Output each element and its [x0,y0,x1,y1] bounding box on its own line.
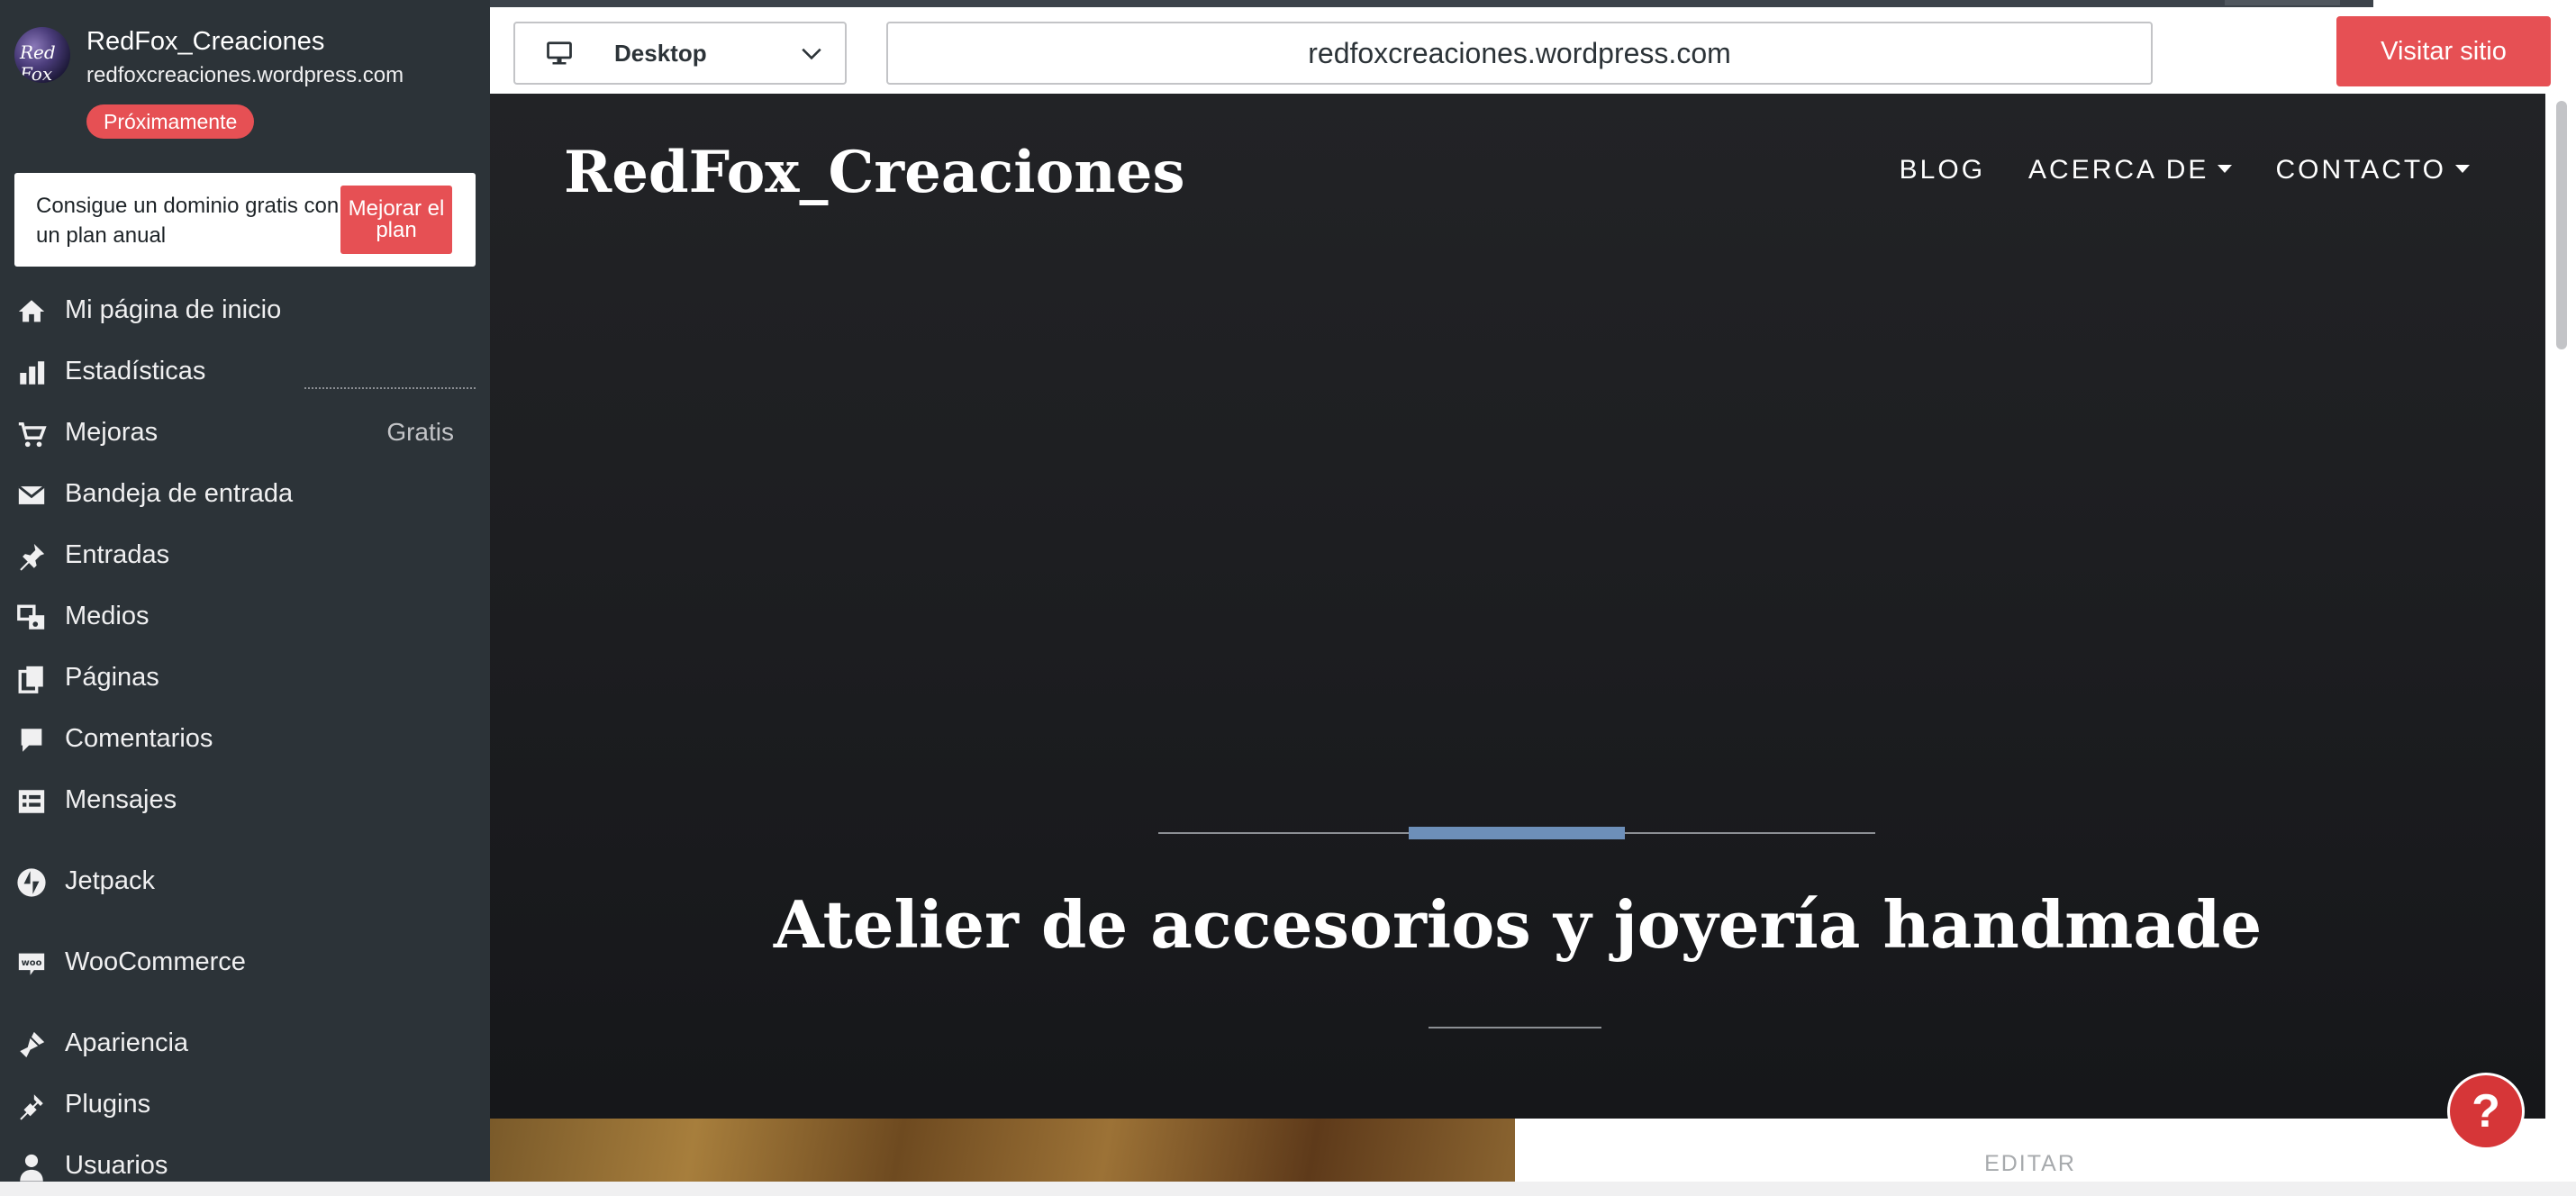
caret-down-icon [2218,164,2233,173]
sidebar-item-inbox[interactable]: Bandeja de entrada [0,465,490,524]
sidebar-item-home[interactable]: Mi página de inicio [0,281,490,340]
sidebar-item-jetpack[interactable]: Jetpack [0,852,490,911]
top-strip-segment [2225,0,2340,5]
divider-line-short [1429,1027,1601,1028]
sidebar-item-pages[interactable]: Páginas [0,648,490,708]
jetpack-icon [16,867,47,898]
sidebar-item-label: Medios [65,602,150,630]
nav-item-blog[interactable]: BLOG [1900,155,1985,186]
sidebar-item-label: Entradas [65,540,170,569]
brush-icon [16,1029,47,1060]
cart-icon [16,419,47,449]
help-button[interactable]: ? [2450,1075,2522,1147]
feedback-icon [16,786,47,817]
site-avatar[interactable]: Red Fox [14,27,70,83]
svg-text:woo: woo [22,958,42,968]
edit-panel: EDITAR [1515,1119,2545,1182]
upgrade-text: Consigue un dominio gratis con un plan a… [36,194,340,248]
sidebar-item-media[interactable]: Medios [0,587,490,647]
nav-item-label: BLOG [1899,155,1986,185]
plugin-icon [16,1091,47,1121]
sidebar-item-label: Páginas [65,663,159,692]
sidebar-item-feedback[interactable]: Mensajes [0,771,490,830]
status-badge: Próximamente [86,104,255,139]
nav-item-contact[interactable]: CONTACTO [2275,155,2470,186]
device-label: Desktop [614,40,707,67]
preview-scrollbar[interactable] [2545,94,2576,1182]
hero-tagline: Atelier de accesorios y joyería handmade [773,886,2263,963]
sidebar: Red Fox RedFox_Creaciones redfoxcreacion… [0,0,490,1182]
stats-icon [16,358,47,388]
sidebar-item-label: Mi página de inicio [65,295,282,324]
monitor-icon [546,40,573,67]
caret-down-icon [2455,164,2470,173]
scrollbar-thumb[interactable] [2556,101,2567,349]
nav-item-label: CONTACTO [2275,155,2446,185]
comment-icon [16,725,47,756]
sidebar-item-upgrades[interactable]: Mejoras Gratis [0,403,490,463]
sidebar-item-woocommerce[interactable]: woo WooCommerce [0,933,490,992]
site-url[interactable]: redfoxcreaciones.wordpress.com [86,63,404,88]
woo-icon: woo [16,948,47,979]
accent-bar [1409,827,1625,839]
chevron-down-icon [800,41,823,65]
sidebar-item-label: Mejoras [65,418,159,447]
upgrade-button[interactable]: Mejorar el plan [340,186,452,254]
pin-icon [16,541,47,572]
sidebar-item-stats[interactable]: Estadísticas [0,342,490,402]
sidebar-item-label: Plugins [65,1090,151,1119]
sidebar-item-label: WooCommerce [65,947,246,976]
site-title[interactable]: RedFox_Creaciones [564,139,1185,206]
sidebar-item-label: Bandeja de entrada [65,479,294,508]
url-bar[interactable]: redfoxcreaciones.wordpress.com [886,22,2153,85]
sidebar-item-comments[interactable]: Comentarios [0,710,490,769]
nav-item-about[interactable]: ACERCA DE [2028,155,2233,186]
site-name[interactable]: RedFox_Creaciones [86,27,324,57]
preview-toolbar: Desktop redfoxcreaciones.wordpress.com V… [490,7,2576,95]
avatar-text: Red Fox [20,41,56,83]
site-nav: BLOG ACERCA DE CONTACTO [1900,155,2470,186]
sidebar-item-users[interactable]: Usuarios [0,1137,490,1196]
sidebar-item-label: Apariencia [65,1028,189,1057]
sidebar-item-label: Jetpack [65,866,155,895]
sidebar-item-label: Comentarios [65,724,213,753]
featured-image[interactable] [490,1119,1515,1182]
pages-icon [16,664,47,694]
visit-site-button[interactable]: Visitar sitio [2336,16,2551,86]
sidebar-item-label: Usuarios [65,1151,168,1180]
upgrade-banner: Consigue un dominio gratis con un plan a… [14,173,476,267]
plan-label: Gratis [386,418,454,446]
sidebar-item-appearance[interactable]: Apariencia [0,1014,490,1074]
home-icon [16,296,47,327]
media-icon [16,603,47,633]
sidebar-item-label: Mensajes [65,785,177,814]
sidebar-item-label: Estadísticas [65,357,206,385]
nav-item-label: ACERCA DE [2028,155,2209,185]
edit-link[interactable]: EDITAR [1515,1151,2545,1177]
user-icon [16,1152,47,1182]
sidebar-item-plugins[interactable]: Plugins [0,1075,490,1135]
sidebar-item-posts[interactable]: Entradas [0,526,490,585]
mail-icon [16,480,47,511]
device-select[interactable]: Desktop [513,22,847,85]
site-preview: RedFox_Creaciones BLOG ACERCA DE CONTACT… [490,94,2545,1182]
